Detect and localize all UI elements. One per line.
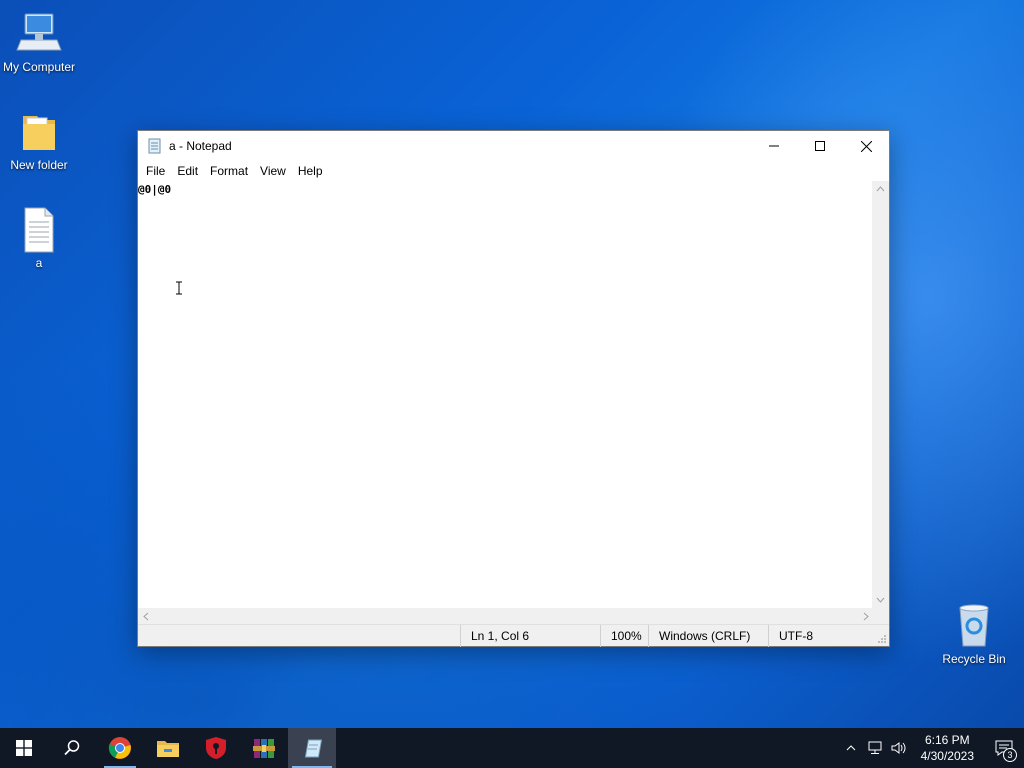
computer-icon: [15, 10, 63, 58]
status-position: Ln 1, Col 6: [460, 625, 600, 647]
resize-grip-icon[interactable]: [877, 634, 887, 644]
window-title: a - Notepad: [169, 139, 232, 153]
minimize-icon: [769, 145, 779, 147]
scroll-left-icon[interactable]: [143, 612, 149, 621]
notepad-icon: [304, 739, 323, 758]
taskbar: 6:16 PM 4/30/2023 3: [0, 728, 1024, 768]
menu-file[interactable]: File: [140, 162, 171, 180]
notepad-window[interactable]: a - Notepad File Edit Format View Help @…: [137, 130, 890, 647]
start-button[interactable]: [0, 728, 48, 768]
text-cursor-icon: [176, 281, 182, 295]
desktop-icon-my-computer[interactable]: My Computer: [1, 10, 77, 74]
taskbar-chrome[interactable]: [96, 728, 144, 768]
desktop-icon-label: My Computer: [2, 60, 76, 74]
taskbar-shield-app[interactable]: [192, 728, 240, 768]
desktop-icon-label: New folder: [10, 158, 68, 172]
text-file-icon: [15, 206, 63, 254]
clock-time: 6:16 PM: [924, 733, 970, 747]
editor-text: @0|@0: [138, 183, 172, 196]
minimize-button[interactable]: [751, 131, 797, 161]
folder-icon: [15, 108, 63, 156]
scrollbar-corner: [872, 608, 889, 625]
desktop-icon-new-folder[interactable]: New folder: [1, 108, 77, 172]
text-editor[interactable]: @0|@0: [138, 181, 874, 608]
recycle-bin-icon: [950, 602, 998, 650]
desktop-icon-label: Recycle Bin: [942, 652, 1006, 666]
status-bar: Ln 1, Col 6 100% Windows (CRLF) UTF-8: [138, 624, 889, 647]
scroll-right-icon[interactable]: [863, 612, 869, 621]
desktop-icon-text-file[interactable]: a: [1, 206, 77, 270]
menu-format[interactable]: Format: [204, 162, 254, 180]
chevron-up-icon: [846, 745, 855, 751]
search-icon: [64, 740, 80, 756]
system-tray: 6:16 PM 4/30/2023 3: [839, 728, 1024, 768]
network-button[interactable]: [863, 728, 887, 768]
maximize-button[interactable]: [797, 131, 843, 161]
show-hidden-icons-button[interactable]: [839, 728, 863, 768]
speaker-icon: [891, 742, 906, 754]
shield-icon: [206, 737, 226, 759]
volume-button[interactable]: [887, 728, 911, 768]
action-center-button[interactable]: 3: [984, 728, 1024, 768]
taskbar-notepad[interactable]: [288, 728, 336, 768]
file-explorer-icon: [157, 741, 179, 757]
notepad-icon: [147, 138, 163, 154]
winrar-icon: [253, 739, 275, 758]
vertical-scrollbar[interactable]: [872, 181, 889, 608]
taskbar-file-explorer[interactable]: [144, 728, 192, 768]
search-button[interactable]: [48, 728, 96, 768]
desktop-icon-label: a: [35, 256, 43, 270]
menu-bar: File Edit Format View Help: [138, 161, 889, 181]
status-zoom: 100%: [600, 625, 648, 647]
status-line-ending: Windows (CRLF): [648, 625, 768, 647]
clock-date: 4/30/2023: [920, 749, 974, 763]
network-icon: [868, 741, 882, 754]
close-icon: [860, 140, 872, 152]
menu-help[interactable]: Help: [292, 162, 329, 180]
desktop-icon-recycle-bin[interactable]: Recycle Bin: [936, 602, 1012, 666]
notification-badge: 3: [1003, 748, 1017, 762]
clock[interactable]: 6:16 PM 4/30/2023: [911, 732, 984, 764]
taskbar-winrar[interactable]: [240, 728, 288, 768]
horizontal-scrollbar[interactable]: [138, 608, 874, 625]
status-encoding: UTF-8: [768, 625, 878, 647]
chrome-icon: [108, 737, 131, 759]
scroll-up-icon[interactable]: [876, 186, 885, 192]
menu-view[interactable]: View: [254, 162, 292, 180]
scroll-down-icon[interactable]: [876, 597, 885, 603]
title-bar[interactable]: a - Notepad: [138, 131, 889, 161]
menu-edit[interactable]: Edit: [171, 162, 204, 180]
windows-logo-icon: [16, 740, 32, 756]
close-button[interactable]: [843, 131, 889, 161]
maximize-icon: [815, 141, 825, 151]
